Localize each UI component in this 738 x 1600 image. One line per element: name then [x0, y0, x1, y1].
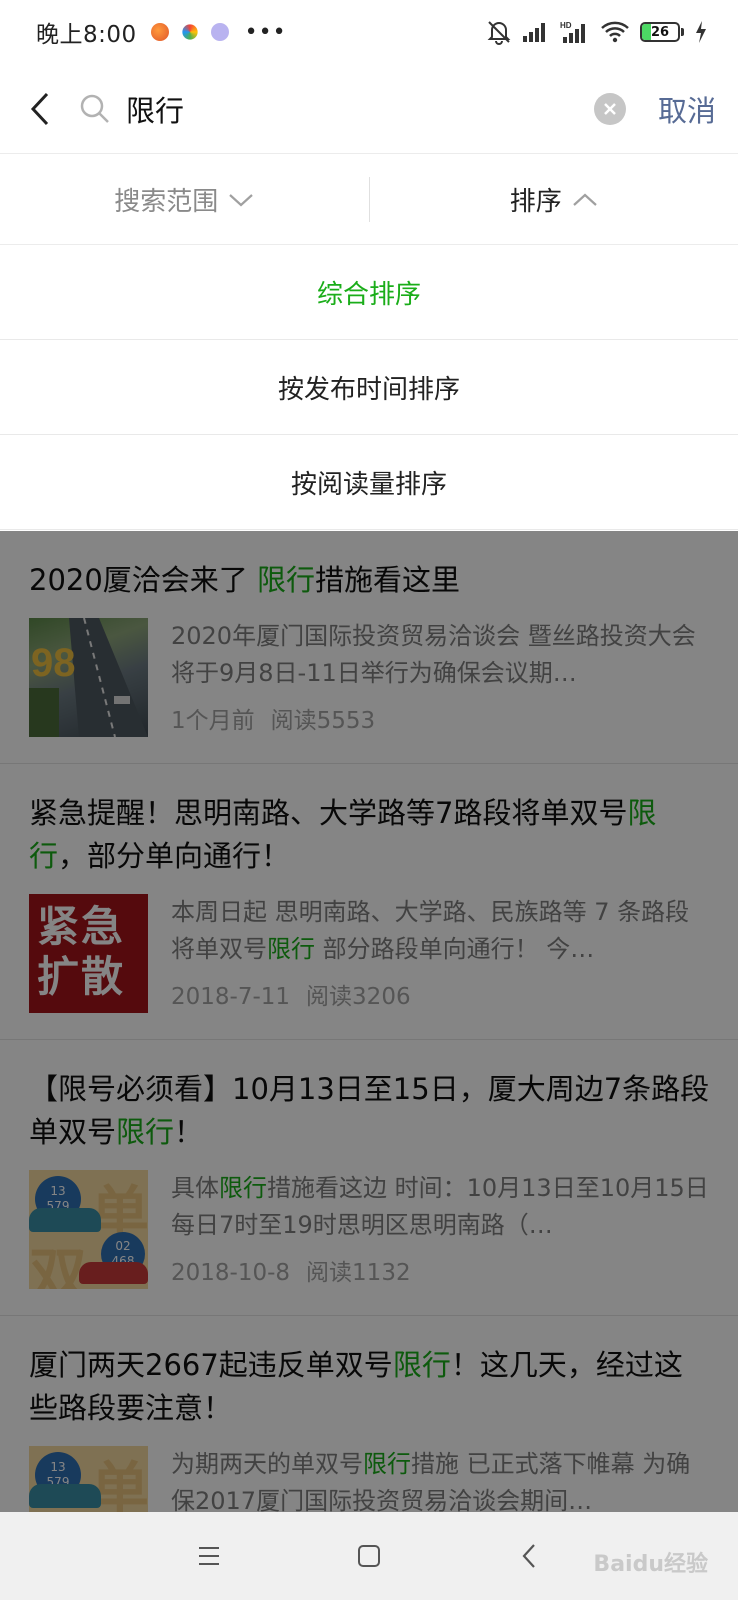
chevron-left-icon — [30, 92, 49, 125]
app-orange-icon — [150, 23, 169, 41]
sort-option-comprehensive[interactable]: 综合排序 — [0, 246, 738, 340]
search-scope-label: 搜索范围 — [114, 187, 219, 217]
cancel-button[interactable]: 取消 — [658, 88, 716, 130]
signal-icon — [523, 23, 545, 42]
clear-search-button[interactable] — [593, 92, 626, 125]
filter-bar: 搜索范围 排序 — [0, 155, 738, 245]
wifi-icon — [601, 21, 629, 43]
charging-icon — [696, 21, 706, 43]
sort-dropdown[interactable]: 排序 — [370, 155, 738, 244]
app-colorful-icon — [182, 24, 198, 40]
navigation-bar: Baidu经验 — [0, 1512, 738, 1600]
chevron-down-icon — [229, 193, 253, 206]
battery-icon: 26 — [640, 22, 684, 42]
menu-nav-button[interactable] — [189, 1536, 229, 1576]
back-nav-button[interactable] — [509, 1536, 549, 1576]
home-nav-button[interactable] — [349, 1536, 389, 1576]
search-bar: 取消 — [0, 64, 738, 154]
svg-text:HD: HD — [560, 21, 572, 30]
watermark: Baidu经验 — [593, 1552, 708, 1577]
more-notifications-icon: ••• — [244, 19, 287, 45]
dim-overlay[interactable] — [0, 531, 738, 1512]
back-triangle-icon — [522, 1544, 535, 1568]
home-square-icon — [358, 1545, 380, 1567]
hd-signal-icon: HD — [560, 21, 585, 43]
app-purple-icon — [210, 23, 229, 41]
notification-icons — [150, 23, 229, 41]
search-icon — [78, 92, 112, 126]
mute-bell-icon — [487, 21, 511, 45]
system-icons: HD 26 — [486, 19, 708, 45]
status-time: 晚上8:00 — [36, 22, 137, 48]
chevron-up-icon — [573, 193, 597, 206]
sort-label: 排序 — [509, 187, 562, 217]
sort-option-by-time[interactable]: 按发布时间排序 — [0, 341, 738, 435]
battery-level: 26 — [650, 24, 670, 40]
status-bar: 晚上8:00 ••• HD 26 — [0, 0, 738, 64]
battery-level-fill — [642, 24, 652, 40]
close-icon — [604, 102, 616, 115]
menu-icon — [199, 1547, 219, 1565]
search-scope-dropdown[interactable]: 搜索范围 — [0, 155, 369, 244]
back-button[interactable] — [22, 84, 58, 134]
sort-option-by-reads[interactable]: 按阅读量排序 — [0, 436, 738, 530]
search-input[interactable] — [126, 91, 546, 126]
